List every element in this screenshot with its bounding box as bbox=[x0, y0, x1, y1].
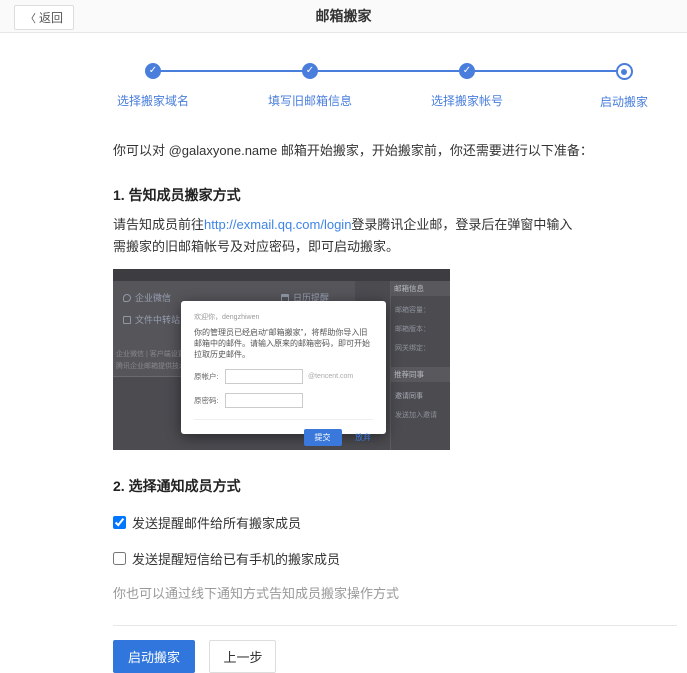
notify-sms-option[interactable]: 发送提醒短信给已有手机的搬家成员 bbox=[113, 549, 677, 568]
notify-sms-checkbox[interactable] bbox=[113, 552, 126, 565]
stepper: ✓ 选择搬家域名 ✓ 填写旧邮箱信息 ✓ 选择搬家帐号 启动搬家 bbox=[0, 54, 687, 118]
account-domain-suffix: @tencent.com bbox=[308, 373, 353, 380]
exmail-login-link[interactable]: http://exmail.qq.com/login bbox=[204, 217, 351, 232]
notify-email-option[interactable]: 发送提醒邮件给所有搬家成员 bbox=[113, 513, 677, 532]
screenshot-dim-item: 企业微信 bbox=[123, 291, 171, 304]
section1-paragraph: 请告知成员前往http://exmail.qq.com/login登录腾讯企业邮… bbox=[113, 214, 583, 258]
sidebar-item: 网关绑定： bbox=[395, 343, 446, 353]
stepper-line bbox=[153, 70, 624, 72]
sidebar-item: 邮箱版本： bbox=[395, 324, 446, 334]
check-circle-icon: ✓ bbox=[145, 63, 161, 79]
offline-notify-note: 你也可以通过线下通知方式告知成员搬家操作方式 bbox=[113, 583, 677, 602]
intro-text: 你可以对 @galaxyone.name 邮箱开始搬家，开始搬家前，你还需要进行… bbox=[113, 140, 677, 159]
page-title: 邮箱搬家 bbox=[316, 6, 372, 26]
dialog-submit-button: 提交 bbox=[304, 429, 342, 446]
step-choose-domain: ✓ 选择搬家域名 bbox=[117, 63, 189, 109]
dialog-cancel-link: 放弃 bbox=[355, 433, 371, 442]
chevron-left-icon: 〈 bbox=[25, 13, 36, 25]
old-password-label: 原密码: bbox=[194, 395, 225, 406]
paragraph-text: 请告知成员前往 bbox=[113, 217, 204, 232]
old-password-input bbox=[225, 393, 303, 408]
step-label: 启动搬家 bbox=[600, 93, 648, 110]
section2-heading: 2. 选择通知成员方式 bbox=[113, 476, 677, 496]
instruction-screenshot: 企业微信 文件中转站 日历提醒 企业微信 | 客户端设置 | 腾讯企业邮箱提供技… bbox=[113, 269, 450, 450]
current-step-icon bbox=[615, 63, 632, 80]
screenshot-topbar bbox=[113, 269, 450, 281]
header-bar: 〈返回 邮箱搬家 bbox=[0, 0, 687, 33]
sidebar-item: 发送加入邀请 bbox=[395, 410, 446, 420]
step-label: 选择搬家域名 bbox=[117, 92, 189, 109]
sidebar-section-title: 推荐同事 bbox=[391, 367, 450, 382]
checkbox-label: 发送提醒短信给已有手机的搬家成员 bbox=[132, 549, 340, 568]
section1-heading: 1. 告知成员搬家方式 bbox=[113, 185, 677, 205]
screenshot-sidebar: 邮箱信息 邮箱容量： 邮箱版本： 网关绑定： 推荐同事 邀请同事 发送加入邀请 bbox=[390, 281, 450, 450]
start-migration-button[interactable]: 启动搬家 bbox=[113, 640, 195, 673]
dialog-body-text: 你的管理员已经启动“邮箱搬家”，将帮助你导入旧邮箱中的邮件。请输入原来的邮箱密码… bbox=[194, 327, 373, 360]
step-label: 填写旧邮箱信息 bbox=[268, 92, 352, 109]
sidebar-item: 邀请同事 bbox=[395, 391, 446, 401]
back-button[interactable]: 〈返回 bbox=[14, 5, 74, 30]
back-button-label: 返回 bbox=[39, 11, 63, 25]
checkbox-label: 发送提醒邮件给所有搬家成员 bbox=[132, 513, 301, 532]
step-choose-accounts: ✓ 选择搬家帐号 bbox=[431, 63, 503, 109]
step-label: 选择搬家帐号 bbox=[431, 92, 503, 109]
footer-divider bbox=[113, 625, 677, 626]
previous-step-button[interactable]: 上一步 bbox=[209, 640, 276, 673]
file-icon bbox=[123, 316, 131, 324]
step-start-migration: 启动搬家 bbox=[600, 63, 648, 110]
dialog-greeting: 欢迎你，dengzhiwen bbox=[194, 312, 373, 322]
check-circle-icon: ✓ bbox=[302, 63, 318, 79]
old-account-label: 原帐户: bbox=[194, 371, 225, 382]
screenshot-dialog: 欢迎你，dengzhiwen 你的管理员已经启动“邮箱搬家”，将帮助你导入旧邮箱… bbox=[181, 301, 386, 434]
screenshot-dim-item: 文件中转站 bbox=[123, 313, 180, 326]
sidebar-item: 邮箱容量： bbox=[395, 305, 446, 315]
sidebar-title: 邮箱信息 bbox=[391, 281, 450, 296]
old-account-input bbox=[225, 369, 303, 384]
check-circle-icon: ✓ bbox=[459, 63, 475, 79]
screenshot-footer-links: 企业微信 | 客户端设置 | bbox=[116, 349, 188, 359]
chat-icon bbox=[123, 294, 131, 302]
notify-email-checkbox[interactable] bbox=[113, 516, 126, 529]
step-fill-old-mailbox: ✓ 填写旧邮箱信息 bbox=[268, 63, 352, 109]
